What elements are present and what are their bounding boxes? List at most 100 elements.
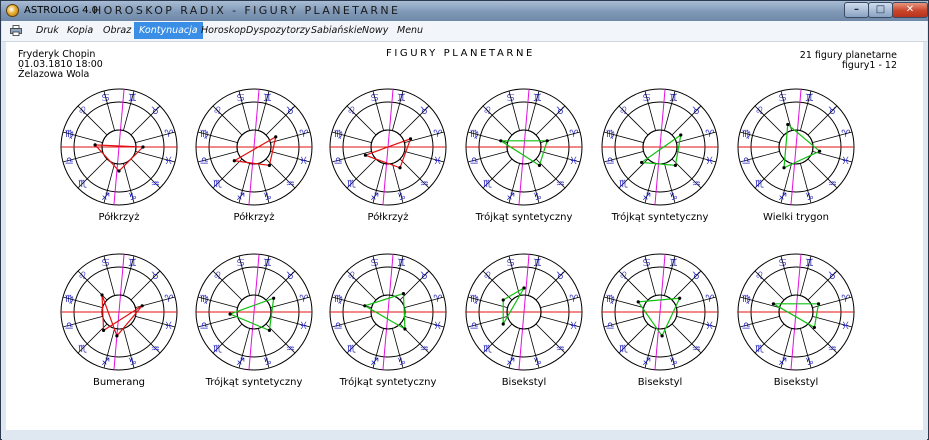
planet-point	[267, 328, 272, 332]
zodiac-sign-icon: ♓	[433, 156, 442, 167]
zodiac-sign-icon: ♎	[742, 156, 751, 167]
planet-point	[522, 286, 526, 290]
figure-label: Trójkąt syntetyczny	[205, 376, 303, 388]
planet-point	[100, 293, 104, 297]
menu-druk[interactable]: Druk	[32, 24, 63, 37]
horoscope-wheel[interactable]: ♈♉♊♋♌♍♎♏♐♑♒♓Bumerang	[60, 253, 178, 388]
print-icon[interactable]	[10, 25, 22, 36]
menu-kontynuacja[interactable]: Kontynuacja	[134, 22, 203, 39]
zodiac-sign-icon: ♎	[65, 156, 74, 167]
horoscope-wheel[interactable]: ♈♉♊♋♌♍♎♏♐♑♒♓Trójkąt syntetyczny	[329, 253, 447, 388]
zodiac-sign-icon: ♒	[692, 344, 701, 355]
app-sun-icon[interactable]	[6, 4, 19, 17]
close-icon: ✕	[905, 4, 915, 15]
planet-point	[660, 334, 664, 338]
horoscope-wheel[interactable]: ♈♉♊♋♌♍♎♏♐♑♒♓Bisekstyl	[601, 253, 719, 388]
planet-point	[673, 163, 678, 167]
planet-point	[93, 143, 97, 147]
zodiac-sign-icon: ♐	[506, 357, 515, 368]
menu-obraz[interactable]: Obraz	[99, 24, 135, 37]
planet-point	[499, 139, 503, 143]
planet-point	[501, 298, 505, 302]
zodiac-sign-icon: ♒	[286, 344, 295, 355]
zodiac-sign-icon: ♓	[433, 321, 442, 332]
planet-point	[636, 300, 640, 304]
zodiac-sign-icon: ♏	[619, 179, 628, 190]
zodiac-sign-icon: ♑	[805, 192, 814, 203]
zodiac-sign-icon: ♐	[778, 357, 787, 368]
close-button[interactable]: ✕	[892, 2, 928, 18]
zodiac-sign-icon: ♐	[778, 192, 787, 203]
figure-label: Półkrzyż	[368, 211, 409, 223]
planet-point	[398, 166, 402, 170]
menu-nowy[interactable]: Nowy	[358, 24, 392, 37]
horoscope-wheel[interactable]: ♈♉♊♋♌♍♎♏♐♑♒♓Półkrzyż	[60, 88, 178, 223]
horoscope-wheel[interactable]: ♈♉♊♋♌♍♎♏♐♑♒♓Półkrzyż	[329, 88, 447, 223]
horoscope-wheel[interactable]: ♈♉♊♋♌♍♎♏♐♑♒♓Bisekstyl	[465, 253, 583, 388]
planet-point	[812, 325, 816, 330]
planet-point	[101, 328, 106, 332]
horoscope-wheel[interactable]: ♈♉♊♋♌♍♎♏♐♑♒♓Bisekstyl	[737, 253, 855, 388]
zodiac-sign-icon: ♏	[755, 344, 764, 355]
zodiac-sign-icon: ♒	[151, 344, 160, 355]
zodiac-sign-icon: ♓	[841, 156, 850, 167]
zodiac-sign-icon: ♒	[556, 179, 565, 190]
planet-point	[782, 166, 786, 170]
application-window: ASTROLOG 4.0 HOROSKOP RADIX - FIGURY PLA…	[0, 0, 929, 440]
menu-menu[interactable]: Menu	[393, 24, 427, 37]
horoscope-wheel[interactable]: ♈♉♊♋♌♍♎♏♐♑♒♓Trójkąt syntetyczny	[465, 88, 583, 223]
zodiac-sign-icon: ♎	[742, 321, 751, 332]
zodiac-sign-icon: ♑	[805, 357, 814, 368]
zodiac-sign-icon: ♏	[213, 179, 222, 190]
figure-label: Półkrzyż	[234, 211, 275, 223]
planet-point	[401, 292, 406, 296]
zodiac-sign-icon: ♏	[347, 344, 356, 355]
planet-point	[115, 334, 119, 338]
figure-label: Trójkąt syntetyczny	[611, 211, 709, 223]
zodiac-sign-icon: ♏	[213, 344, 222, 355]
title-bar[interactable]: ASTROLOG 4.0 HOROSKOP RADIX - FIGURY PLA…	[1, 1, 928, 21]
zodiac-sign-icon: ♎	[65, 321, 74, 332]
zodiac-sign-icon: ♒	[692, 179, 701, 190]
minimize-button[interactable]: –	[844, 2, 869, 18]
zodiac-sign-icon: ♒	[828, 179, 837, 190]
zodiac-sign-icon: ♓	[299, 156, 308, 167]
maximize-icon: □	[875, 4, 886, 15]
zodiac-sign-icon: ♏	[347, 179, 356, 190]
planet-point	[141, 145, 145, 149]
zodiac-sign-icon: ♐	[642, 192, 651, 203]
zodiac-sign-icon: ♓	[705, 321, 714, 332]
zodiac-sign-icon: ♑	[263, 357, 272, 368]
horoscope-wheel[interactable]: ♈♉♊♋♌♍♎♏♐♑♒♓Trójkąt syntetyczny	[195, 253, 313, 388]
zodiac-sign-icon: ♓	[164, 156, 173, 167]
zodiac-sign-icon: ♏	[619, 344, 628, 355]
planet-point	[272, 296, 276, 300]
planet-point	[403, 327, 407, 331]
zodiac-sign-icon: ♏	[483, 179, 492, 190]
planet-point	[363, 304, 367, 308]
horoscope-wheel[interactable]: ♈♉♊♋♌♍♎♏♐♑♒♓Trójkąt syntetyczny	[601, 88, 719, 223]
horoscope-wheel[interactable]: ♈♉♊♋♌♍♎♏♐♑♒♓Półkrzyż	[195, 88, 313, 223]
menu-dyspozytorzy[interactable]: Dyspozytorzy	[242, 24, 314, 37]
zodiac-sign-icon: ♏	[78, 179, 87, 190]
zodiac-sign-icon: ♓	[841, 321, 850, 332]
figure-label: Bumerang	[93, 377, 145, 388]
zodiac-sign-icon: ♒	[556, 344, 565, 355]
menu-bar: Druk Kopia Obraz Kontynuacja Horoskop Dy…	[2, 21, 927, 42]
zodiac-sign-icon: ♑	[128, 357, 137, 368]
planet-point	[640, 160, 644, 165]
planet-point	[678, 296, 682, 300]
horoscope-wheel[interactable]: ♈♉♊♋♌♍♎♏♐♑♒♓Wielki trygon	[737, 88, 855, 223]
zodiac-sign-icon: ♒	[420, 179, 429, 190]
zodiac-sign-icon: ♓	[569, 156, 578, 167]
planet-point	[140, 304, 144, 308]
planet-point	[537, 163, 542, 167]
planet-point	[274, 135, 278, 139]
zodiac-sign-icon: ♓	[705, 156, 714, 167]
menu-kopia[interactable]: Kopia	[63, 24, 97, 37]
planet-point	[117, 169, 121, 173]
zodiac-sign-icon: ♐	[236, 357, 245, 368]
zodiac-sign-icon: ♎	[334, 156, 343, 167]
zodiac-sign-icon: ♑	[669, 192, 678, 203]
maximize-button[interactable]: □	[868, 2, 893, 18]
